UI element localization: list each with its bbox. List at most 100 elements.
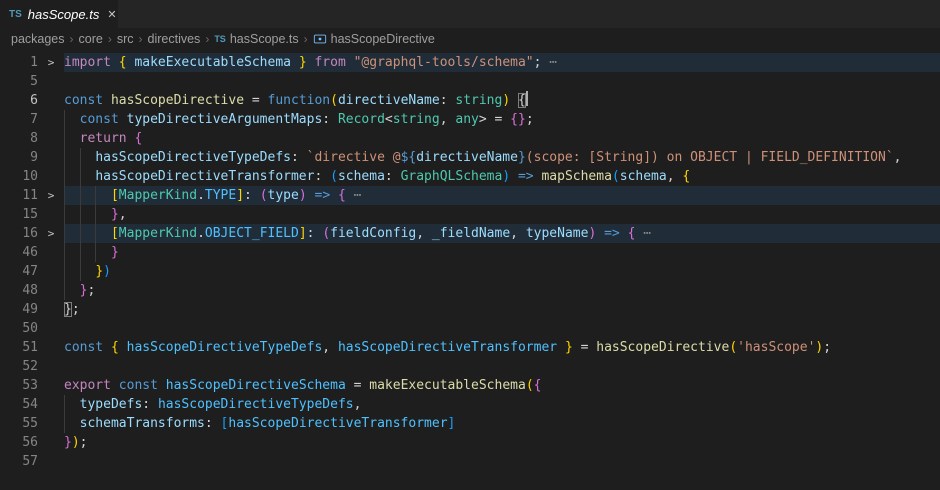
fold-gutter (38, 414, 64, 433)
close-tab-icon[interactable]: ✕ (105, 7, 118, 22)
code-text[interactable] (64, 319, 940, 338)
code-line[interactable]: 1>import { makeExecutableSchema } from "… (0, 53, 940, 72)
code-token: ; (80, 435, 88, 450)
code-token (64, 131, 80, 146)
breadcrumb-item-hasscope-ts[interactable]: TShasScope.ts (214, 32, 298, 46)
breadcrumb-item-packages[interactable]: packages (11, 32, 65, 46)
code-text[interactable]: export const hasScopeDirectiveSchema = m… (64, 376, 940, 395)
code-line[interactable]: 7 const typeDirectiveArgumentMaps: Recor… (0, 110, 940, 129)
code-text[interactable] (64, 452, 940, 471)
code-token (64, 112, 80, 127)
breadcrumb-label: src (117, 32, 134, 46)
line-number: 54 (0, 395, 38, 414)
fold-gutter (38, 110, 64, 129)
code-line[interactable]: 48 }; (0, 281, 940, 300)
code-line[interactable]: 53 export const hasScopeDirectiveSchema =… (0, 376, 940, 395)
fold-gutter (38, 376, 64, 395)
breadcrumb-item-core[interactable]: core (79, 32, 103, 46)
line-number: 53 (0, 376, 38, 395)
code-token: hasScopeDirectiveTransformer (338, 340, 557, 355)
code-line[interactable]: 54 typeDefs: hasScopeDirectiveTypeDefs, (0, 395, 940, 414)
code-line[interactable]: 52 (0, 357, 940, 376)
code-text[interactable]: } (64, 243, 940, 262)
code-text[interactable]: return { (64, 129, 940, 148)
code-token (64, 169, 95, 184)
code-line[interactable]: 57 (0, 452, 940, 471)
code-text[interactable]: const typeDirectiveArgumentMaps: Record<… (64, 110, 940, 129)
text-cursor (526, 91, 528, 106)
code-token: any (455, 112, 478, 127)
code-token: ) (72, 435, 80, 450)
code-line[interactable]: 15 }, (0, 205, 940, 224)
code-token: type (268, 188, 299, 203)
code-line[interactable]: 10 hasScopeDirectiveTransformer: (schema… (0, 167, 940, 186)
code-line[interactable]: 50 (0, 319, 940, 338)
code-line[interactable]: 6 const hasScopeDirective = function(dire… (0, 91, 940, 110)
code-token: ) (502, 169, 510, 184)
breadcrumb-item-directives[interactable]: directives (148, 32, 201, 46)
code-text[interactable]: [MapperKind.OBJECT_FIELD]: (fieldConfig,… (64, 224, 940, 243)
fold-gutter (38, 300, 64, 319)
code-text[interactable]: hasScopeDirectiveTypeDefs: `directive @$… (64, 148, 940, 167)
code-line[interactable]: 5 (0, 72, 940, 91)
line-number: 46 (0, 243, 38, 262)
code-line[interactable]: 47 }) (0, 262, 940, 281)
code-text[interactable]: }); (64, 433, 940, 452)
fold-gutter (38, 395, 64, 414)
code-token: ) (502, 93, 510, 108)
code-token: const (119, 378, 166, 393)
tab-hasscope[interactable]: TS hasScope.ts ✕ (0, 0, 118, 28)
code-token: => (307, 188, 338, 203)
code-token: ( (729, 340, 737, 355)
code-line[interactable]: 51const { hasScopeDirectiveTypeDefs, has… (0, 338, 940, 357)
symbol-variable-icon (313, 32, 327, 46)
code-text[interactable]: const { hasScopeDirectiveTypeDefs, hasSc… (64, 338, 940, 357)
code-text[interactable] (64, 72, 940, 91)
code-token: } (299, 55, 307, 70)
breadcrumb-separator: › (108, 32, 112, 46)
breadcrumb-item-src[interactable]: src (117, 32, 134, 46)
line-number: 6 (0, 91, 38, 110)
line-number: 52 (0, 357, 38, 376)
code-token: : (291, 150, 307, 165)
code-line[interactable]: 11> [MapperKind.TYPE]: (type) => { ⋯ (0, 186, 940, 205)
code-text[interactable]: import { makeExecutableSchema } from "@g… (64, 53, 940, 72)
code-text[interactable] (64, 357, 940, 376)
code-line[interactable]: 16> [MapperKind.OBJECT_FIELD]: (fieldCon… (0, 224, 940, 243)
code-text[interactable]: typeDefs: hasScopeDirectiveTypeDefs, (64, 395, 940, 414)
code-token: : (142, 397, 158, 412)
code-line[interactable]: 56}); (0, 433, 940, 452)
code-text[interactable]: }) (64, 262, 940, 281)
line-number: 11 (0, 186, 38, 205)
code-token: MapperKind (119, 226, 197, 241)
breadcrumb-label: directives (148, 32, 201, 46)
breadcrumb-item-hasscopedirective[interactable]: hasScopeDirective (313, 32, 435, 46)
fold-chevron-icon[interactable]: > (38, 53, 64, 72)
code-token: function (268, 93, 331, 108)
code-editor[interactable]: 1>import { makeExecutableSchema } from "… (0, 50, 940, 490)
fold-chevron-icon[interactable]: > (38, 186, 64, 205)
code-line[interactable]: 49}; (0, 300, 940, 319)
code-text[interactable]: }, (64, 205, 940, 224)
code-token: hasScopeDirectiveTypeDefs (158, 397, 354, 412)
code-text[interactable]: const hasScopeDirective = function(direc… (64, 91, 940, 110)
code-text[interactable]: }; (64, 281, 940, 300)
code-token: ] (236, 188, 244, 203)
code-text[interactable]: hasScopeDirectiveTransformer: (schema: G… (64, 167, 940, 186)
code-line[interactable]: 8 return { (0, 129, 940, 148)
code-line[interactable]: 9 hasScopeDirectiveTypeDefs: `directive … (0, 148, 940, 167)
fold-chevron-icon[interactable]: > (38, 224, 64, 243)
code-text[interactable]: schemaTransforms: [hasScopeDirectiveTran… (64, 414, 940, 433)
fold-gutter (38, 357, 64, 376)
code-line[interactable]: 46 } (0, 243, 940, 262)
tab-bar: TS hasScope.ts ✕ (0, 0, 940, 28)
code-text[interactable]: }; (64, 300, 940, 319)
code-text[interactable]: [MapperKind.TYPE]: (type) => { ⋯ (64, 186, 940, 205)
code-token: TYPE (205, 188, 236, 203)
fold-gutter (38, 91, 64, 110)
code-line[interactable]: 55 schemaTransforms: [hasScopeDirectiveT… (0, 414, 940, 433)
code-token: const (80, 112, 127, 127)
code-token: OBJECT_FIELD (205, 226, 299, 241)
code-token: : (385, 169, 401, 184)
code-token: hasScopeDirectiveTypeDefs (95, 150, 291, 165)
